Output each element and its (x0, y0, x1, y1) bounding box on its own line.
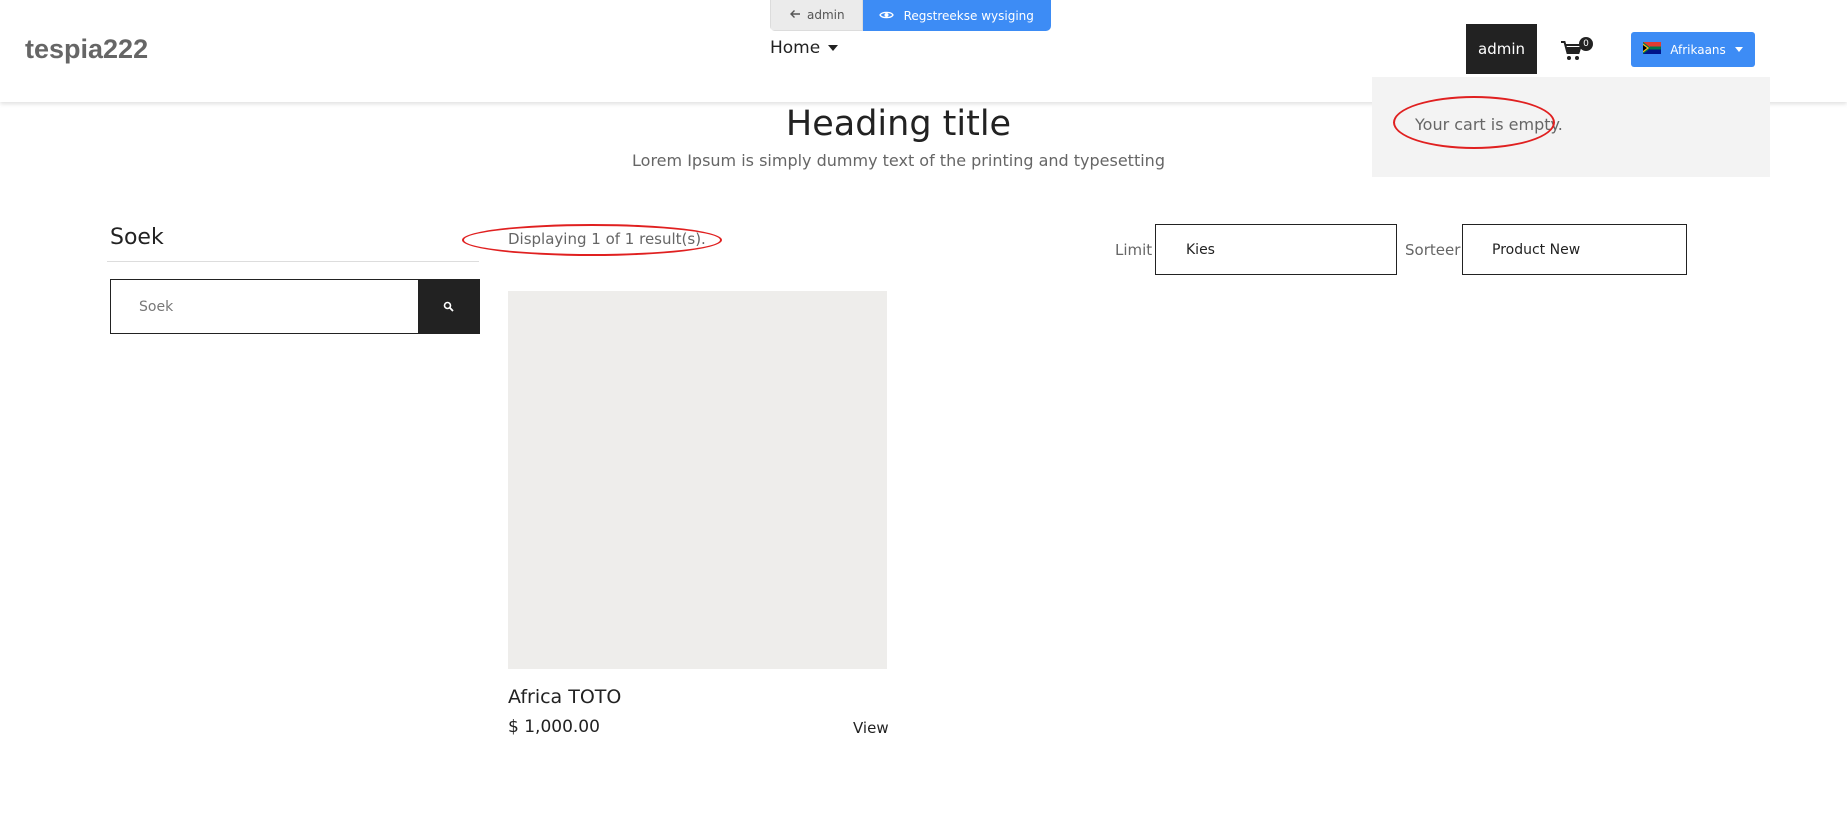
nav-home-dropdown[interactable]: Home (770, 38, 839, 58)
page-title: Heading title (785, 104, 1012, 144)
language-label: Afrikaans (1670, 42, 1726, 57)
cart-button[interactable]: 0 (1560, 36, 1594, 62)
eye-icon (878, 9, 894, 23)
site-logo[interactable]: tespia222 (25, 34, 148, 65)
limit-select[interactable]: Kies (1155, 224, 1397, 275)
product-view-link[interactable]: View (853, 719, 889, 737)
product-price: $ 1,000.00 (508, 717, 600, 737)
product-image[interactable] (508, 291, 887, 669)
admin-toolbar: admin Regstreekse wysiging (770, 0, 1051, 31)
live-edit-label: Regstreekse wysiging (903, 8, 1034, 23)
chevron-down-icon (1734, 47, 1743, 52)
back-to-admin-button[interactable]: admin (770, 0, 863, 31)
search-sidebar-title: Soek (110, 225, 164, 250)
limit-label: Limit (1115, 241, 1153, 259)
cart-count-badge: 0 (1579, 37, 1593, 51)
arrow-left-icon (789, 8, 801, 23)
search-form (110, 279, 480, 334)
chevron-down-icon (828, 45, 839, 51)
search-button[interactable] (418, 280, 479, 333)
page-subtitle: Lorem Ipsum is simply dummy text of the … (632, 151, 1165, 170)
search-input[interactable] (111, 280, 418, 333)
admin-account-button[interactable]: admin (1466, 24, 1537, 74)
search-icon (443, 297, 454, 316)
south-africa-flag-icon (1643, 42, 1662, 57)
sort-select[interactable]: Product New (1462, 224, 1687, 275)
nav-home-label: Home (770, 38, 821, 58)
language-dropdown[interactable]: Afrikaans (1631, 32, 1755, 67)
back-to-admin-label: admin (807, 8, 845, 22)
product-name[interactable]: Africa TOTO (508, 686, 621, 708)
sort-label: Sorteer (1405, 241, 1461, 259)
annotation-circle (462, 224, 722, 256)
divider (107, 261, 479, 262)
live-edit-button[interactable]: Regstreekse wysiging (862, 0, 1051, 31)
